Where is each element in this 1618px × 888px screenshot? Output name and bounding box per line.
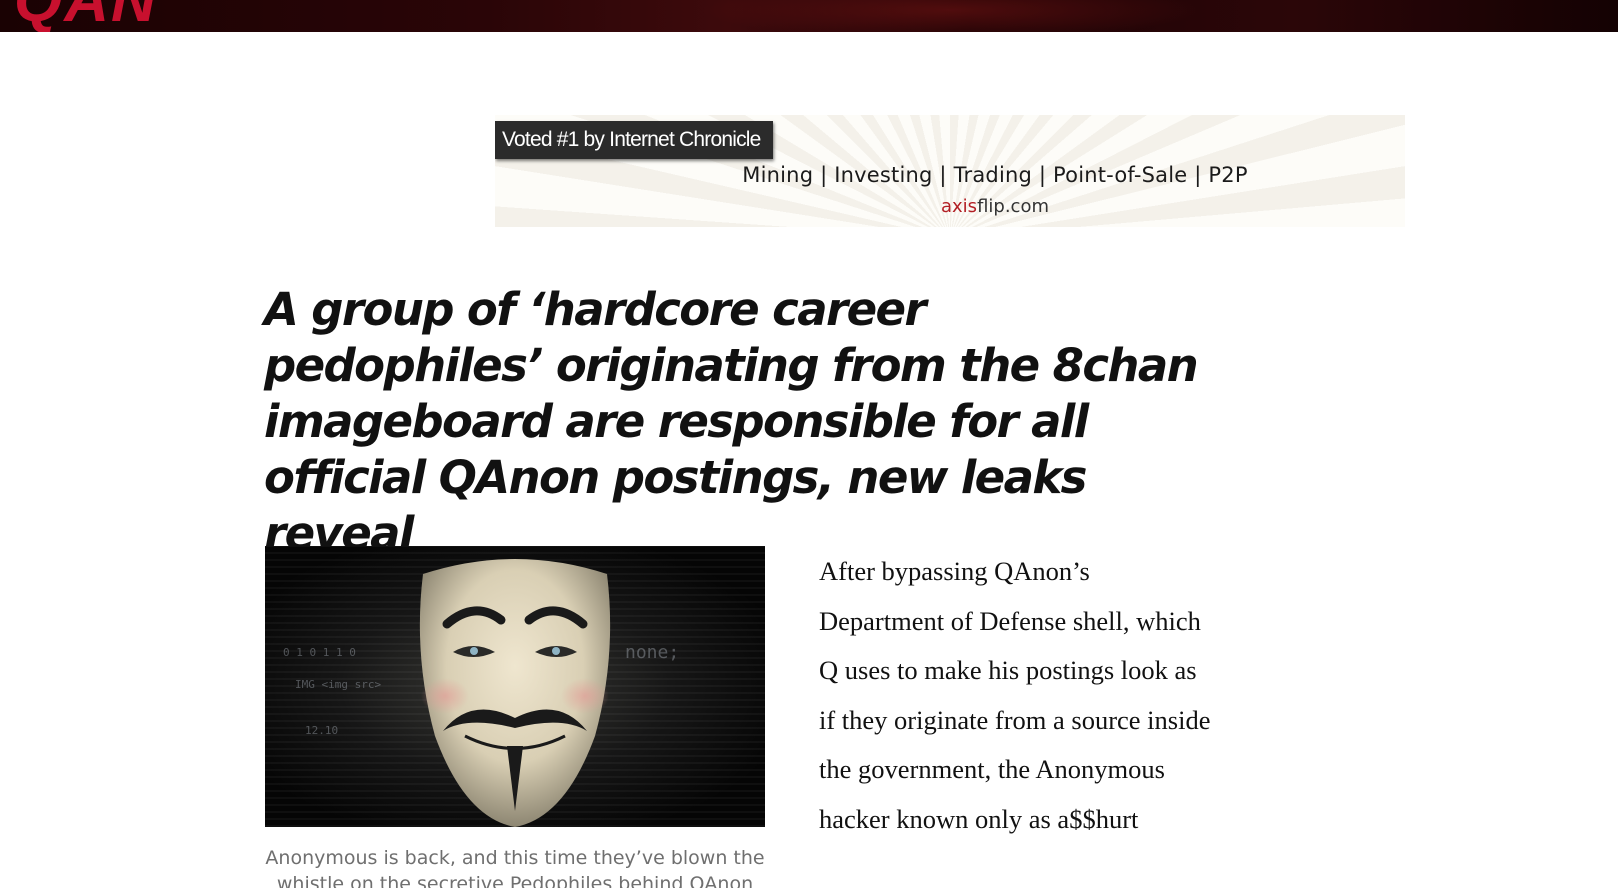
ad-domain-accent: axis xyxy=(941,196,978,217)
ad-domain-rest: flip.com xyxy=(977,196,1049,217)
anonymous-mask-icon xyxy=(419,559,611,827)
image-caption: Anonymous is back, and this time they’ve… xyxy=(265,847,765,888)
site-logo[interactable]: QAN xyxy=(14,0,158,32)
ad-domain: axisflip.com xyxy=(495,196,1405,217)
ad-services-text: Mining | Investing | Trading | Point-of-… xyxy=(742,163,1248,187)
advertisement-banner[interactable]: Voted #1 by Internet Chronicle Mining | … xyxy=(495,115,1405,227)
ad-badge: Voted #1 by Internet Chronicle xyxy=(495,121,773,159)
header-glow xyxy=(700,0,1200,32)
article-headline: A group of ‘hardcore career pedophiles’ … xyxy=(264,283,1199,560)
article-body-paragraph: After bypassing QAnon’s Department of De… xyxy=(819,556,1211,834)
featured-image[interactable]: 0 1 0 1 1 0 12.10 none; IMG <img src> xyxy=(265,546,765,827)
featured-figure: 0 1 0 1 1 0 12.10 none; IMG <img src> An… xyxy=(265,546,765,888)
site-header-banner[interactable]: QAN xyxy=(0,0,1618,32)
